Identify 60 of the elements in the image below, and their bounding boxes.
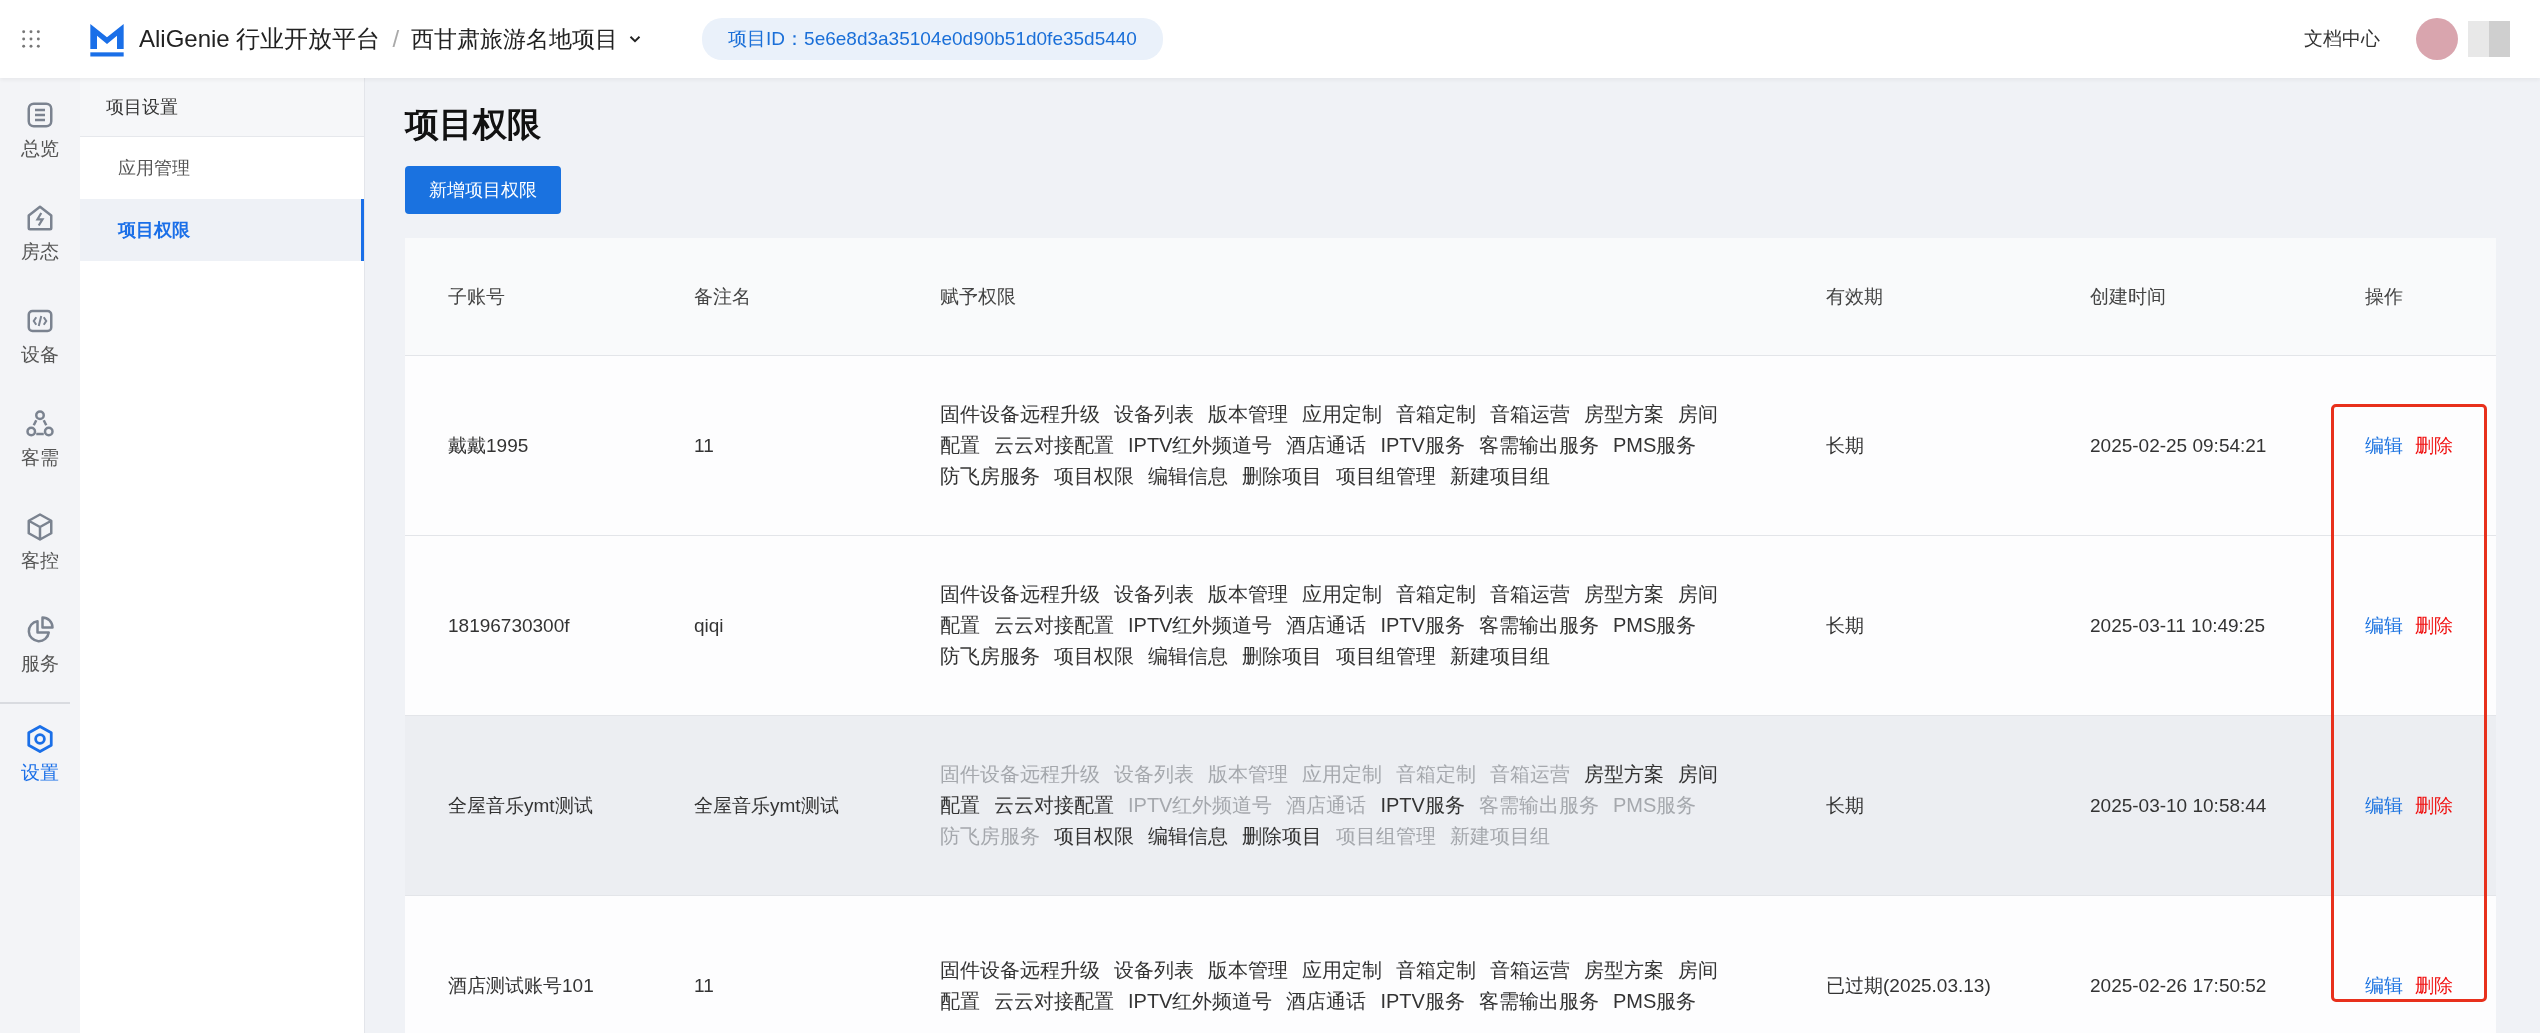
table-cell-text: 2025-02-25 09:54:21 [2090, 434, 2268, 457]
brand-name: AliGenie 行业开放平台 [139, 24, 381, 54]
edit-link[interactable]: 编辑 [2365, 612, 2403, 639]
page-title: 项目权限 [405, 104, 542, 145]
nav-item[interactable]: 设备 [21, 306, 59, 409]
nav-item[interactable]: 客需 [21, 409, 59, 512]
delete-link[interactable]: 删除 [2415, 612, 2453, 639]
permissions-text: 固件设备远程升级 设备列表 版本管理 应用定制 音箱定制 音箱运营 房型方案 房间配置 云云对接配置 IPTV红外频道号 酒店通话 IPTV服务 客需输出服务 PMS服务 防飞房服务 项目权限 编辑信息 删除项目 项目组管理 新建项目组 [940, 582, 1719, 669]
column-header: 备注名 [694, 284, 752, 309]
nav-item[interactable]: 服务 [21, 615, 59, 718]
project-selector[interactable]: 西甘肃旅游名地项目 [411, 23, 645, 55]
list-icon [25, 100, 55, 130]
table-cell-text: 11 [694, 434, 715, 457]
edit-link[interactable]: 编辑 [2365, 972, 2403, 999]
cube-icon [25, 512, 55, 542]
column-header: 操作 [2365, 284, 2404, 309]
column-header: 有效期 [1826, 284, 1884, 309]
column-header: 子账号 [448, 284, 506, 309]
submenu-item[interactable]: 项目权限 [80, 199, 364, 261]
table-cell-text: 长期 [1826, 433, 1865, 458]
table-cell-text: 11 [694, 974, 715, 997]
settings-icon [25, 724, 55, 754]
nav-item[interactable]: 总览 [21, 100, 59, 203]
nodes-icon [25, 409, 55, 439]
column-header: 赋予权限 [940, 284, 1017, 309]
nav-item[interactable]: 房态 [21, 203, 59, 306]
permissions-text: 固件设备远程升级 设备列表 版本管理 应用定制 音箱定制 音箱运营 房型方案 房间配置 云云对接配置 IPTV红外频道号 酒店通话 IPTV服务 客需输出服务 PMS服务 防飞房服务 项目权限 编辑信息 删除项目 项目组管理 新建项目组 [940, 402, 1719, 489]
table-cell-text: 戴戴1995 [448, 433, 530, 458]
table-cell-text: 已过期(2025.03.13) [1826, 973, 1992, 998]
table-cell-text: 2025-03-11 10:49:25 [2090, 614, 2267, 637]
delete-link[interactable]: 删除 [2415, 432, 2453, 459]
table-cell-text: 18196730300f [448, 614, 571, 637]
permissions-text: 固件设备远程升级 设备列表 版本管理 应用定制 音箱定制 音箱运营 房型方案 房间配置 云云对接配置 IPTV红外频道号 酒店通话 IPTV服务 客需输出服务 PMS服务 防飞房服务 项目权限 编辑信息 删除项目 项目组管理 新建项目组 [940, 762, 1719, 849]
project-id-badge: 项目ID：5e6e8d3a35104e0d90b51d0fe35d5440 [702, 18, 1163, 60]
table-cell-text: 2025-03-10 10:58:44 [2090, 794, 2268, 817]
permissions-text: 固件设备远程升级 设备列表 版本管理 应用定制 音箱定制 音箱运营 房型方案 房间配置 云云对接配置 IPTV红外频道号 酒店通话 IPTV服务 客需输出服务 PMS服务 [940, 957, 1719, 1014]
pie-chart-icon [25, 615, 55, 645]
table-cell-text: 酒店测试账号101 [448, 973, 595, 998]
submenu-title: 项目设置 [80, 78, 364, 137]
avatar[interactable] [2416, 18, 2458, 60]
submenu-item[interactable]: 应用管理 [80, 137, 364, 199]
edit-link[interactable]: 编辑 [2365, 792, 2403, 819]
table-cell-text: qiqi [694, 614, 725, 637]
nav-item[interactable]: 客控 [21, 512, 59, 615]
app-grid-icon [20, 28, 42, 50]
column-header: 创建时间 [2090, 284, 2167, 309]
delete-link[interactable]: 删除 [2415, 972, 2453, 999]
table-cell-text: 长期 [1826, 613, 1865, 638]
redacted-block [2468, 21, 2510, 57]
house-icon [25, 203, 55, 233]
nav-item[interactable]: 设置 [21, 724, 59, 827]
delete-link[interactable]: 删除 [2415, 792, 2453, 819]
table-cell-text: 全屋音乐ymt测试 [448, 793, 594, 818]
edit-link[interactable]: 编辑 [2365, 432, 2403, 459]
table-cell-text: 全屋音乐ymt测试 [694, 793, 840, 818]
table-cell-text: 2025-02-26 17:50:52 [2090, 974, 2268, 997]
docs-link[interactable]: 文档中心 [2304, 26, 2380, 52]
table-cell-text: 长期 [1826, 793, 1865, 818]
breadcrumb-separator: / [392, 25, 400, 53]
add-permission-button[interactable]: 新增项目权限 [405, 166, 561, 214]
